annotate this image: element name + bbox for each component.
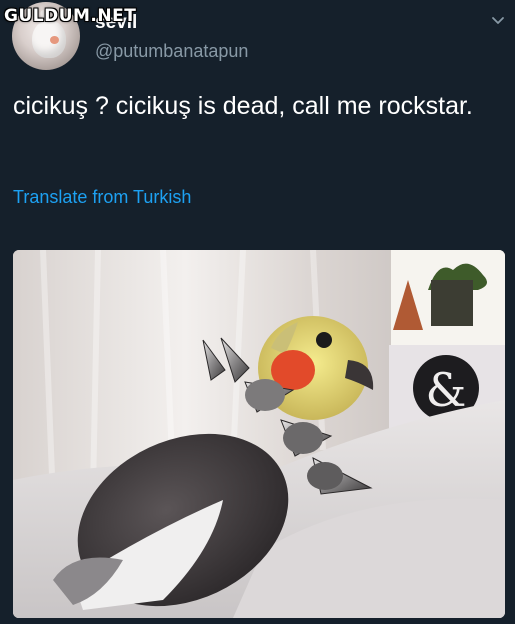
wall-sign-text: & <box>426 363 467 417</box>
chevron-down-icon[interactable] <box>490 12 506 28</box>
author-handle[interactable]: @putumbanatapun <box>95 41 248 62</box>
tweet-photo[interactable]: & <box>13 250 505 618</box>
translate-link[interactable]: Translate from Turkish <box>13 187 191 208</box>
site-watermark: GULDUM.NET <box>4 6 137 26</box>
photo-illustration: & <box>13 250 505 618</box>
tweet-text: cicikuş ? cicikuş is dead, call me rocks… <box>13 92 473 120</box>
